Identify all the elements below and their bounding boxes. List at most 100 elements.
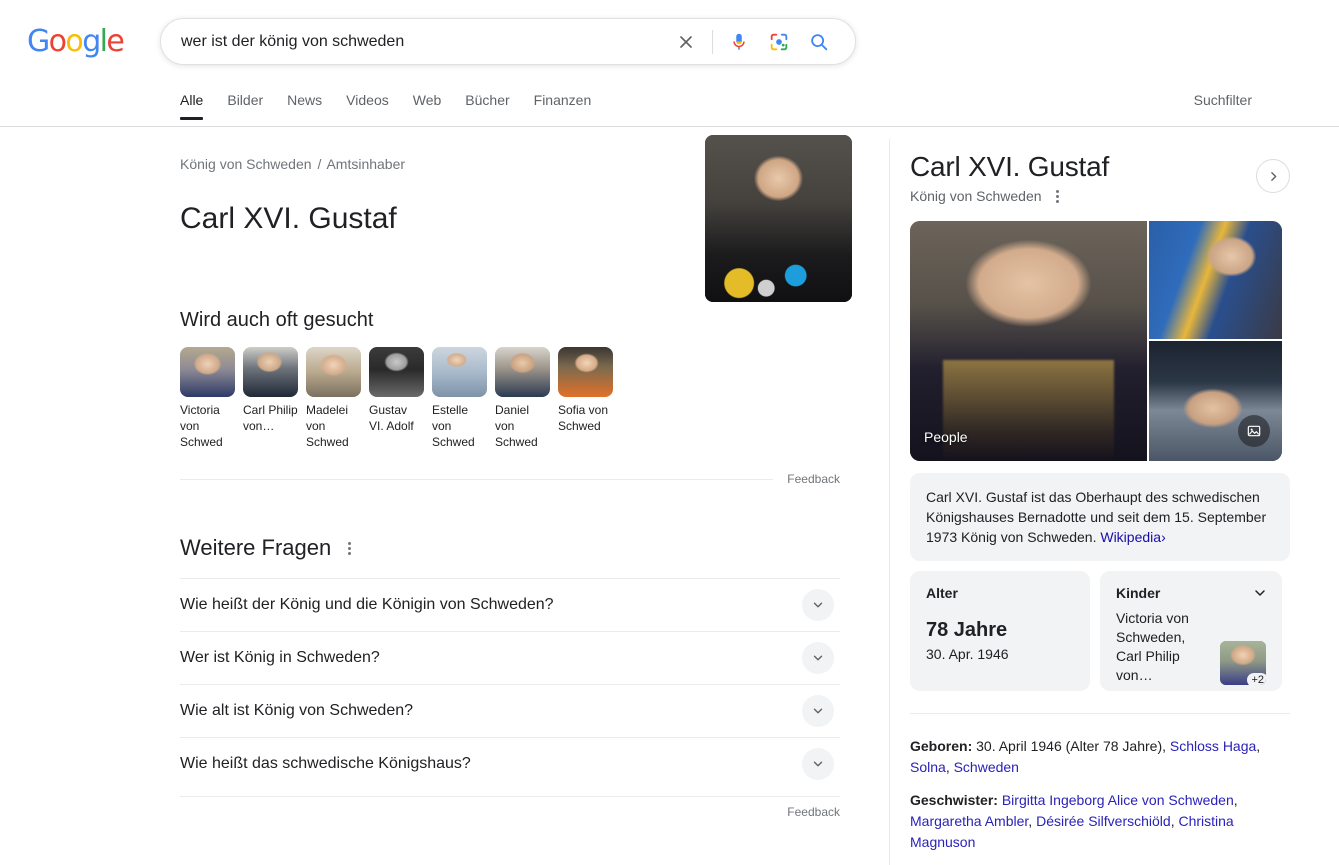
search-bar[interactable] <box>160 18 856 65</box>
search-tools-button[interactable]: Suchfilter <box>1194 92 1280 120</box>
breadcrumb-separator: / <box>317 156 322 172</box>
main-results-column: König von Schweden / Amtsinhaber Carl XV… <box>180 127 852 819</box>
avatar <box>180 347 235 397</box>
list-item-label: Sofia von Schwed <box>558 403 609 433</box>
question-text: Wie heißt das schwedische Königshaus? <box>180 755 471 772</box>
logo-letter-o2: o <box>65 24 83 59</box>
list-item[interactable]: Sofia von Schwed <box>558 347 613 450</box>
chevron-down-icon <box>813 655 823 661</box>
tab-videos[interactable]: Videos <box>334 92 401 120</box>
fact-geboren: Geboren: 30. April 1946 (Alter 78 Jahre)… <box>910 738 1261 775</box>
knowledge-panel-description: Carl XVI. Gustaf ist das Oberhaupt des s… <box>910 473 1290 561</box>
avatar <box>243 347 298 397</box>
avatar <box>495 347 550 397</box>
clear-search-button[interactable] <box>666 22 706 62</box>
view-images-button[interactable] <box>1238 415 1270 447</box>
divider <box>910 713 1290 714</box>
feedback-link[interactable]: Feedback <box>787 472 840 486</box>
logo-letter-e: e <box>106 24 124 59</box>
search-input[interactable] <box>161 19 666 64</box>
list-item[interactable]: Victoria von Schwed <box>180 347 235 450</box>
next-entity-button[interactable] <box>1256 159 1290 193</box>
list-item[interactable]: Wer ist König in Schweden? <box>180 631 840 684</box>
fact-card-value: 78 Jahre <box>926 619 1008 641</box>
fact-link[interactable]: Solna <box>910 759 946 775</box>
fact-card-value: Victoria von Schweden, Carl Philip von… <box>1116 610 1189 683</box>
feedback-link[interactable]: Feedback <box>787 805 840 819</box>
knowledge-panel-cards: Alter 78 Jahre 30. Apr. 1946 Kinder Vict… <box>910 571 1290 691</box>
fact-card-kinder[interactable]: Kinder Victoria von Schweden, Carl Phili… <box>1100 571 1282 691</box>
gallery-image-primary[interactable]: People <box>910 221 1147 461</box>
knowledge-panel-title: Carl XVI. Gustaf <box>910 151 1110 182</box>
voice-search-button[interactable] <box>719 22 759 62</box>
expand-button[interactable] <box>802 748 834 780</box>
also-searched-heading: Wird auch oft gesucht <box>180 309 374 331</box>
fact-label: Geschwister: <box>910 792 998 808</box>
list-item[interactable]: Estelle von Schwed <box>432 347 487 450</box>
gallery-image-tertiary[interactable] <box>1149 341 1282 461</box>
fact-card-alter[interactable]: Alter 78 Jahre 30. Apr. 1946 <box>910 571 1090 691</box>
people-also-ask-feedback-row: Feedback <box>180 796 840 819</box>
list-item-label: Daniel von Schwed <box>495 403 538 449</box>
avatar <box>432 347 487 397</box>
list-item-label: Gustav VI. Adolf <box>369 403 414 433</box>
expand-button[interactable] <box>802 642 834 674</box>
more-options-icon[interactable] <box>1050 187 1066 205</box>
fact-plain: 30. April 1946 (Alter 78 Jahre), <box>972 738 1170 754</box>
knowledge-panel-facts: Geboren: 30. April 1946 (Alter 78 Jahre)… <box>910 736 1290 853</box>
list-item[interactable]: Wie heißt das schwedische Königshaus? <box>180 737 840 790</box>
knowledge-panel-header: Carl XVI. Gustaf König von Schweden <box>910 149 1290 205</box>
list-item[interactable]: Wie alt ist König von Schweden? <box>180 684 840 737</box>
avatar <box>306 347 361 397</box>
search-nav-tabs: Alle Bilder News Videos Web Bücher Finan… <box>180 92 1280 120</box>
people-also-ask-list: Wie heißt der König und die Königin von … <box>180 578 840 790</box>
knowledge-panel-subtitle: König von Schweden <box>910 188 1042 204</box>
avatar[interactable]: +2 <box>1220 641 1266 685</box>
breadcrumb-parent[interactable]: König von Schweden <box>180 156 312 172</box>
gallery-image-secondary[interactable] <box>1149 221 1282 339</box>
results-body: König von Schweden / Amtsinhaber Carl XV… <box>0 127 1339 865</box>
tab-alle[interactable]: Alle <box>180 92 215 120</box>
avatar <box>558 347 613 397</box>
entity-hero-image[interactable] <box>705 135 852 302</box>
list-item[interactable]: Carl Philip von… <box>243 347 298 450</box>
search-icon <box>811 33 828 50</box>
google-logo[interactable]: Google <box>27 24 125 59</box>
tab-news[interactable]: News <box>275 92 334 120</box>
expand-button[interactable] <box>802 589 834 621</box>
avatar <box>369 347 424 397</box>
chevron-right-icon <box>1270 171 1276 181</box>
tab-finanzen[interactable]: Finanzen <box>522 92 604 120</box>
fact-link[interactable]: Schweden <box>954 759 1019 775</box>
lens-search-button[interactable] <box>759 22 799 62</box>
page-header: Google wer ist der könig von schweden Al… <box>0 0 1339 127</box>
question-text: Wie alt ist König von Schweden? <box>180 702 414 719</box>
expand-button[interactable] <box>1252 585 1268 606</box>
list-item-label: Madelei von Schwed <box>306 403 349 449</box>
fact-card-subvalue: 30. Apr. 1946 <box>926 646 1009 662</box>
list-item[interactable]: Daniel von Schwed <box>495 347 550 450</box>
list-item-label: Estelle von Schwed <box>432 403 475 449</box>
tab-bilder[interactable]: Bilder <box>215 92 275 120</box>
microphone-icon <box>733 33 745 50</box>
expand-button[interactable] <box>802 695 834 727</box>
people-also-ask-header: Weitere Fragen <box>180 534 840 562</box>
tab-buecher[interactable]: Bücher <box>453 92 521 120</box>
knowledge-panel-subtitle-row: König von Schweden <box>910 187 1290 205</box>
list-item[interactable]: Gustav VI. Adolf <box>369 347 424 450</box>
wikipedia-link-arrow[interactable]: › <box>1161 529 1166 545</box>
divider <box>180 478 774 480</box>
more-options-icon[interactable] <box>341 539 357 557</box>
knowledge-panel-gallery: People <box>910 221 1282 461</box>
wikipedia-link[interactable]: Wikipedia <box>1100 529 1161 545</box>
fact-link[interactable]: Schloss Haga <box>1170 738 1256 754</box>
fact-link[interactable]: Margaretha Ambler <box>910 813 1028 829</box>
list-item[interactable]: Wie heißt der König und die Königin von … <box>180 578 840 631</box>
tab-web[interactable]: Web <box>401 92 454 120</box>
fact-link[interactable]: Désirée Silfverschiöld <box>1036 813 1171 829</box>
chevron-down-icon <box>1255 590 1265 596</box>
list-item-label: Carl Philip von… <box>243 403 298 433</box>
list-item[interactable]: Madelei von Schwed <box>306 347 361 450</box>
fact-link[interactable]: Birgitta Ingeborg Alice von Schweden <box>1002 792 1234 808</box>
search-submit-button[interactable] <box>799 22 839 62</box>
